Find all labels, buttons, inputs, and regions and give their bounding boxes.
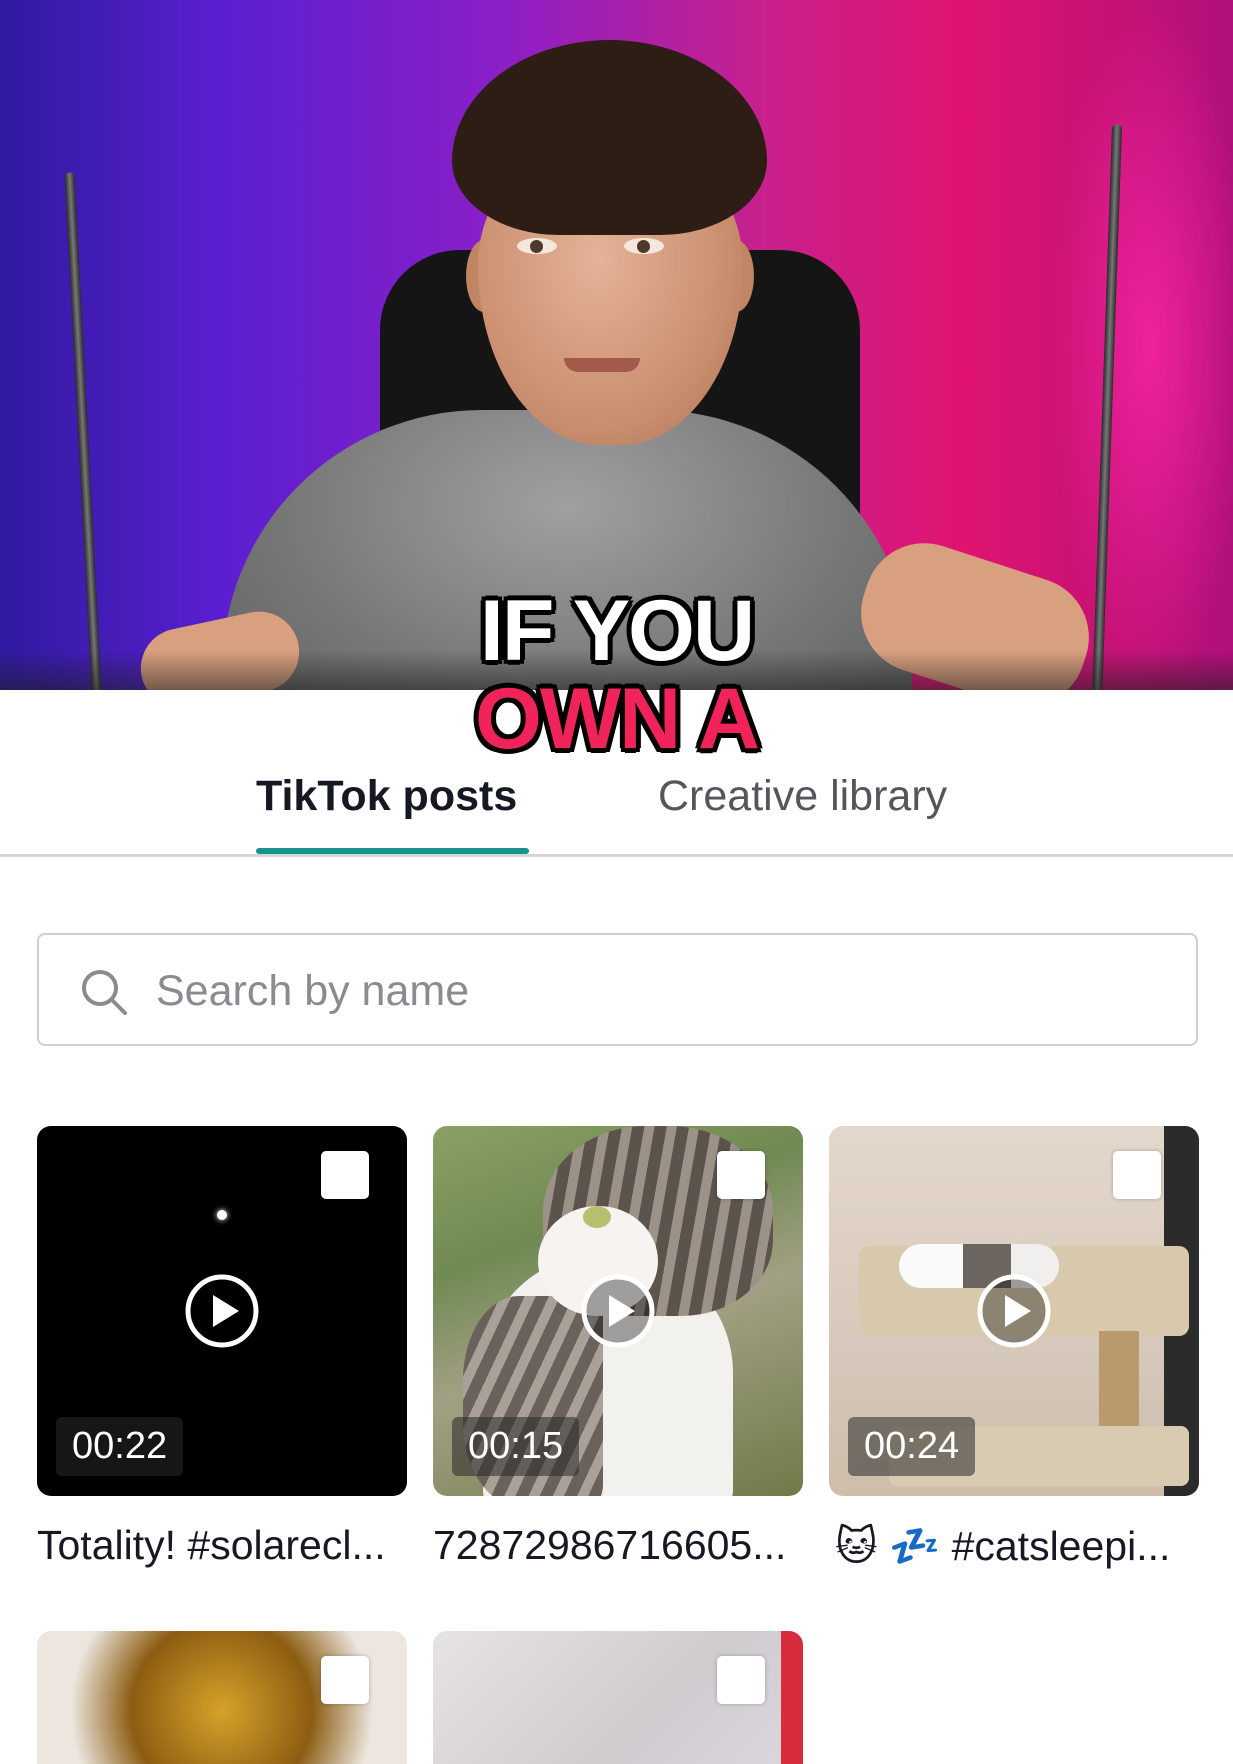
post-thumbnail[interactable] xyxy=(37,1631,407,1764)
post-thumbnail[interactable]: 00:22 xyxy=(37,1126,407,1496)
select-checkbox[interactable] xyxy=(321,1151,369,1199)
select-checkbox[interactable] xyxy=(1113,1151,1161,1199)
select-checkbox[interactable] xyxy=(717,1151,765,1199)
presenter-hair xyxy=(452,40,767,235)
post-title: Totality! #solarecl... xyxy=(37,1522,386,1568)
search-input[interactable] xyxy=(154,953,1158,1029)
search-box[interactable] xyxy=(37,933,1198,1046)
eclipse-sun xyxy=(217,1210,227,1220)
video-duration: 00:15 xyxy=(452,1417,580,1476)
play-icon[interactable] xyxy=(580,1273,656,1349)
video-caption-line-1: IF YOU xyxy=(479,583,755,679)
select-checkbox[interactable] xyxy=(321,1656,369,1704)
video-caption-line-2: OWN A xyxy=(475,671,760,767)
post-thumbnail[interactable] xyxy=(433,1631,803,1764)
select-checkbox[interactable] xyxy=(717,1656,765,1704)
post-thumbnail[interactable]: 00:24 xyxy=(829,1126,1199,1496)
video-duration: 00:24 xyxy=(848,1417,976,1476)
play-icon[interactable] xyxy=(976,1273,1052,1349)
video-duration: 00:22 xyxy=(56,1417,184,1476)
tab-creative-library[interactable]: Creative library xyxy=(658,772,947,821)
post-title: 🐱 💤 #catsleepi... xyxy=(835,1523,1171,1569)
tab-tiktok-posts[interactable]: TikTok posts xyxy=(256,772,517,821)
tab-bar: TikTok posts Creative library xyxy=(0,760,1233,857)
post-thumbnail[interactable]: 00:15 xyxy=(433,1126,803,1496)
play-icon[interactable] xyxy=(184,1273,260,1349)
post-title: 72872986716605... xyxy=(433,1522,787,1568)
active-tab-indicator xyxy=(256,848,529,854)
search-icon xyxy=(82,970,127,1015)
